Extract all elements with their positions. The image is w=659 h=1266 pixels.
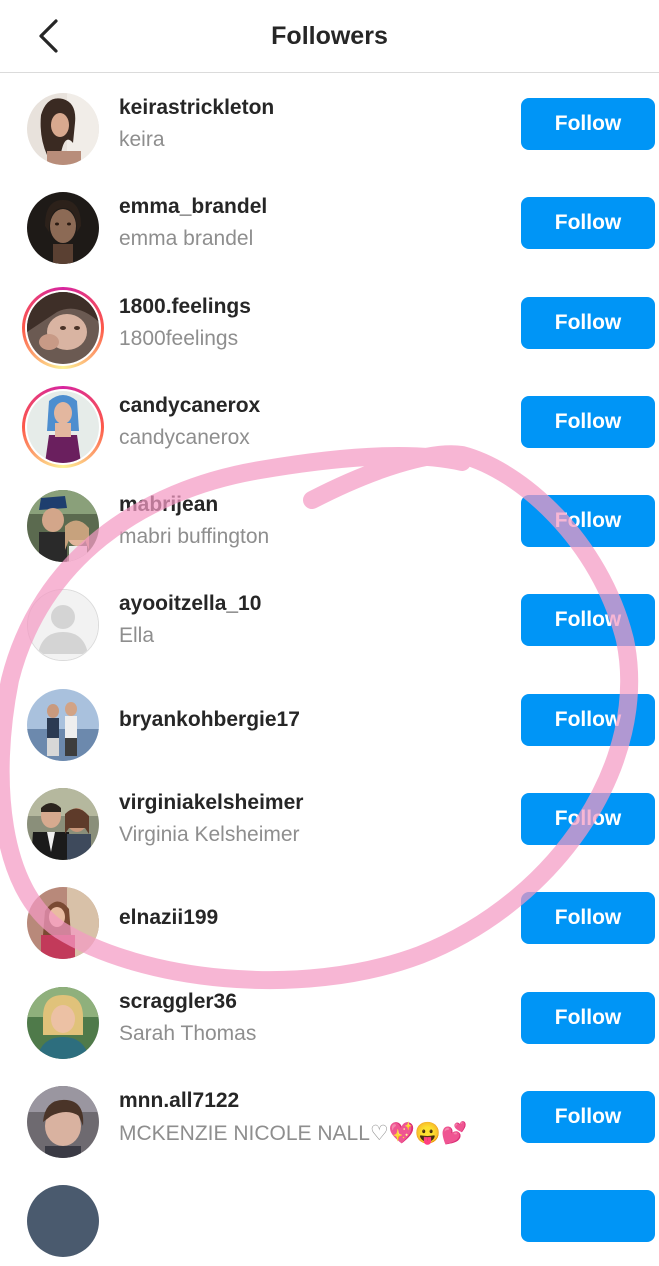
avatar[interactable] <box>22 485 104 567</box>
username[interactable]: bryankohbergie17 <box>119 708 300 732</box>
username[interactable]: scraggler36 <box>119 990 237 1014</box>
page-title: Followers <box>271 22 388 50</box>
header-bar: Followers <box>0 0 659 73</box>
list-item: ayooitzella_10 Ella Follow <box>0 570 659 669</box>
list-item: mabrijean mabri buffington Follow <box>0 471 659 570</box>
fullname: 1800feelings <box>119 326 239 350</box>
follow-button[interactable]: Follow <box>521 495 655 548</box>
default-user-icon <box>28 590 98 661</box>
avatar[interactable] <box>22 882 104 964</box>
list-item: virginiakelsheimer Virginia Kelsheimer F… <box>0 769 659 868</box>
list-item: mnn.all7122 MCKENZIE NICOLE NALL♡💖😛💕 Fol… <box>0 1067 659 1166</box>
list-item: candycanerox candycanerox Follow <box>0 372 659 471</box>
fullname: mabri buffington <box>119 525 270 549</box>
list-item <box>0 1166 659 1265</box>
avatar[interactable] <box>22 88 104 170</box>
fullname: candycanerox <box>119 425 250 449</box>
follow-button[interactable]: Follow <box>521 793 655 846</box>
follow-button[interactable]: Follow <box>521 197 655 250</box>
username[interactable]: ayooitzella_10 <box>119 592 261 616</box>
follow-button[interactable]: Follow <box>521 594 655 647</box>
fullname: keira <box>119 128 165 151</box>
username[interactable]: emma_brandel <box>119 195 267 219</box>
avatar[interactable] <box>22 584 104 666</box>
fullname: Sarah Thomas <box>119 1021 257 1045</box>
username[interactable]: mnn.all7122 <box>119 1089 239 1113</box>
avatar[interactable] <box>22 187 104 269</box>
username[interactable]: mabrijean <box>119 493 218 517</box>
avatar[interactable] <box>22 783 104 865</box>
follow-button[interactable]: Follow <box>521 296 655 349</box>
follow-button[interactable]: Follow <box>521 1090 655 1143</box>
avatar[interactable] <box>22 1081 104 1163</box>
avatar[interactable] <box>22 982 104 1064</box>
avatar-story-ring[interactable] <box>22 385 104 468</box>
username[interactable]: candycanerox <box>119 394 260 418</box>
fullname: emma brandel <box>119 227 254 251</box>
username[interactable]: keirastrickleton <box>119 96 274 120</box>
list-item: elnazii199 Follow <box>0 868 659 967</box>
avatar[interactable] <box>22 684 104 766</box>
list-item: emma_brandel emma brandel Follow <box>0 173 659 272</box>
username[interactable]: 1800.feelings <box>119 295 251 319</box>
list-item: 1800.feelings 1800feelings Follow <box>0 273 659 372</box>
follow-button[interactable]: Follow <box>521 395 655 448</box>
list-item: bryankohbergie17 Follow <box>0 670 659 769</box>
follow-button[interactable]: Follow <box>521 693 655 746</box>
followers-list: keirastrickleton keira Follow emma_brand… <box>0 74 659 1266</box>
username[interactable]: elnazii199 <box>119 906 218 930</box>
list-item: scraggler36 Sarah Thomas Follow <box>0 968 659 1067</box>
follow-button[interactable]: Follow <box>521 98 655 150</box>
list-item: keirastrickleton keira Follow <box>0 74 659 173</box>
follow-button[interactable]: Follow <box>521 892 655 945</box>
fullname: MCKENZIE NICOLE NALL♡💖😛💕 <box>119 1121 468 1145</box>
follow-button[interactable]: Follow <box>521 991 655 1044</box>
avatar-story-ring[interactable] <box>22 286 104 369</box>
avatar[interactable] <box>22 1180 104 1262</box>
fullname: Virginia Kelsheimer <box>119 823 300 847</box>
username[interactable]: virginiakelsheimer <box>119 791 303 815</box>
fullname: Ella <box>119 624 155 648</box>
follow-button[interactable] <box>521 1190 655 1243</box>
